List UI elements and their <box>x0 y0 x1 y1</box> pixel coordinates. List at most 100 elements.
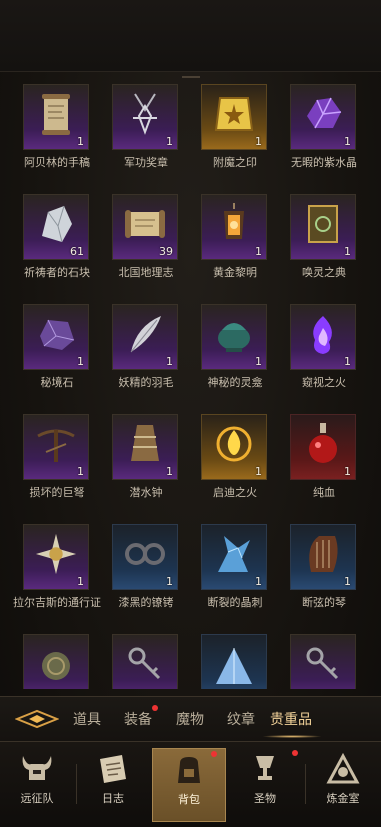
item-slot[interactable]: 1 <box>201 304 267 370</box>
inventory-item[interactable] <box>101 634 191 689</box>
blood-flask-icon <box>301 422 345 466</box>
inventory-item[interactable]: 1 神秘的灵龛 <box>190 304 280 390</box>
item-slot[interactable]: 1 <box>112 84 178 150</box>
item-slot[interactable] <box>23 634 89 689</box>
item-count: 1 <box>77 355 84 368</box>
map-scroll-icon <box>123 202 167 246</box>
category-tab-bar: 道具 装备 魔物 纹章 贵重品 <box>0 696 381 742</box>
inventory-item[interactable] <box>279 634 369 689</box>
gold-flame-icon <box>212 422 256 466</box>
item-slot[interactable]: 1 <box>290 524 356 590</box>
shackles-icon <box>123 532 167 576</box>
item-name: 妖精的羽毛 <box>118 376 174 389</box>
item-slot[interactable]: 1 <box>201 414 267 480</box>
item-count: 1 <box>77 465 84 478</box>
item-count: 61 <box>70 245 84 258</box>
item-name: 漆黑的镣铐 <box>118 596 174 609</box>
nav-backpack[interactable]: 背包 <box>152 748 226 822</box>
inventory-item[interactable] <box>12 634 102 689</box>
item-slot[interactable]: 39 <box>112 194 178 260</box>
crossbow-icon <box>34 422 78 466</box>
nav-expedition[interactable]: 远征队 <box>0 748 74 822</box>
inventory-item[interactable]: 1 窥视之火 <box>279 304 369 390</box>
inventory-item[interactable]: 1 断弦的琴 <box>279 524 369 610</box>
lyre-icon <box>301 532 345 576</box>
item-slot[interactable]: 61 <box>23 194 89 260</box>
item-slot[interactable]: 1 <box>201 84 267 150</box>
inventory-item[interactable]: 1 损坏的巨弩 <box>12 414 102 500</box>
crystal-spike-icon <box>212 532 256 576</box>
inventory-item[interactable]: 1 妖精的羽毛 <box>101 304 191 390</box>
item-slot[interactable]: 1 <box>23 304 89 370</box>
scroll-icon <box>34 92 78 136</box>
tab-back-arrow[interactable] <box>14 704 60 734</box>
item-slot[interactable]: 1 <box>112 524 178 590</box>
inventory-item[interactable]: 1 断裂的晶刺 <box>190 524 280 610</box>
sun-badge-icon <box>34 532 78 576</box>
item-count: 1 <box>344 135 351 148</box>
item-slot[interactable]: 1 <box>201 524 267 590</box>
item-count: 1 <box>344 575 351 588</box>
item-name: 断裂的晶刺 <box>207 596 263 609</box>
tab-emblems[interactable]: 纹章 <box>227 709 255 729</box>
item-slot[interactable]: 1 <box>23 524 89 590</box>
inventory-item[interactable]: 1 拉尔吉斯的通行证 <box>12 524 102 610</box>
inventory-item[interactable] <box>190 634 280 689</box>
item-slot[interactable]: 1 <box>290 194 356 260</box>
notification-dot <box>152 705 158 711</box>
item-count: 1 <box>255 355 262 368</box>
inventory-item[interactable]: 1 秘境石 <box>12 304 102 390</box>
inventory-item[interactable]: 1 唤灵之典 <box>279 194 369 280</box>
item-name: 无暇的紫水晶 <box>291 156 357 169</box>
notification-dot <box>211 751 217 757</box>
item-slot[interactable] <box>201 634 267 689</box>
nav-journal[interactable]: 日志 <box>76 748 150 822</box>
bottom-nav: 远征队 日志 背包 圣物 炼金室 <box>0 742 381 827</box>
inventory-item[interactable]: 1 黄金黎明 <box>190 194 280 280</box>
item-count: 1 <box>166 465 173 478</box>
item-count: 1 <box>166 355 173 368</box>
nav-alchemy[interactable]: 炼金室 <box>306 748 380 822</box>
diving-bell-icon <box>123 422 167 466</box>
inventory-item[interactable]: 1 启迪之火 <box>190 414 280 500</box>
inventory-item[interactable]: 1 纯血 <box>279 414 369 500</box>
item-name: 窥视之火 <box>302 376 346 389</box>
item-name: 损坏的巨弩 <box>29 486 85 499</box>
nav-label: 圣物 <box>254 792 276 805</box>
tab-equipment[interactable]: 装备 <box>124 705 158 729</box>
inventory-item[interactable]: 1 潜水钟 <box>101 414 191 500</box>
item-slot[interactable]: 1 <box>290 84 356 150</box>
tab-monsters[interactable]: 魔物 <box>176 709 204 729</box>
inventory-item[interactable]: 1 军功奖章 <box>101 84 191 170</box>
inventory-grid[interactable]: 1 阿贝林的手稿 1 军功奖章 1 附魔之印 1 无暇的紫水晶 61 祈祷者的石块 39 北国地理志 1… <box>12 84 370 689</box>
item-slot[interactable]: 1 <box>290 304 356 370</box>
item-name: 阿贝林的手稿 <box>24 156 90 169</box>
key-icon <box>301 642 345 686</box>
item-slot[interactable]: 1 <box>23 84 89 150</box>
item-count: 1 <box>255 245 262 258</box>
notification-dot <box>292 750 298 756</box>
item-slot[interactable] <box>112 634 178 689</box>
tab-items[interactable]: 道具 <box>73 709 101 729</box>
item-slot[interactable] <box>290 634 356 689</box>
nav-label: 远征队 <box>20 792 54 805</box>
item-slot[interactable]: 1 <box>112 414 178 480</box>
seal-gem-icon <box>212 92 256 136</box>
tab-valuables[interactable]: 贵重品 <box>270 709 312 729</box>
item-slot[interactable]: 1 <box>23 414 89 480</box>
item-name: 黄金黎明 <box>213 266 257 279</box>
item-name: 秘境石 <box>40 376 74 389</box>
inventory-item[interactable]: 1 附魔之印 <box>190 84 280 170</box>
nav-relics[interactable]: 圣物 <box>228 748 302 822</box>
inventory-item[interactable]: 1 阿贝林的手稿 <box>12 84 102 170</box>
bronze-orb-icon <box>34 642 78 686</box>
inventory-item[interactable]: 61 祈祷者的石块 <box>12 194 102 280</box>
inventory-item[interactable]: 39 北国地理志 <box>101 194 191 280</box>
item-slot[interactable]: 1 <box>112 304 178 370</box>
item-slot[interactable]: 1 <box>201 194 267 260</box>
item-slot[interactable]: 1 <box>290 414 356 480</box>
inventory-item[interactable]: 1 漆黑的镣铐 <box>101 524 191 610</box>
item-count: 1 <box>77 575 84 588</box>
inventory-item[interactable]: 1 无暇的紫水晶 <box>279 84 369 170</box>
item-name: 唤灵之典 <box>302 266 346 279</box>
